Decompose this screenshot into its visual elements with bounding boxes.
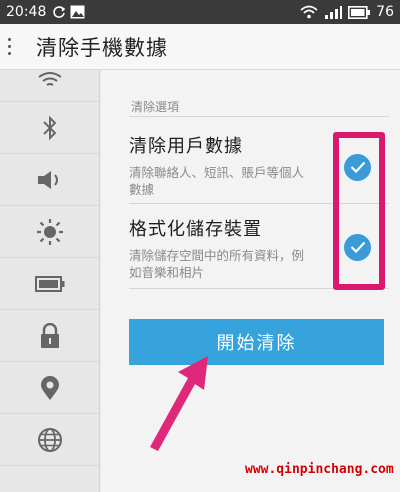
option-desc: 清除儲存空間中的所有資料，例如音樂和相片 xyxy=(129,248,305,280)
page-title: 清除手機數據 xyxy=(36,35,168,60)
location-icon xyxy=(39,375,61,401)
sidebar xyxy=(0,70,100,492)
sidebar-item-language[interactable] xyxy=(0,414,99,466)
status-time: 20:48 xyxy=(6,4,47,20)
sidebar-item-sound[interactable] xyxy=(0,154,99,206)
volume-icon xyxy=(36,169,64,191)
brightness-icon xyxy=(36,218,64,246)
start-clear-button[interactable]: 開始清除 xyxy=(129,319,384,365)
sidebar-item-wifi[interactable] xyxy=(0,70,99,102)
main-panel: 清除選項 清除用戶數據 清除聯絡人、短訊、賬戶等個人數據 格式化儲存裝置 清除儲… xyxy=(101,70,400,492)
sync-icon xyxy=(52,5,66,19)
sidebar-item-display[interactable] xyxy=(0,206,99,258)
battery-level: 76 xyxy=(376,4,394,20)
divider xyxy=(129,116,389,117)
highlight-box-annotation xyxy=(333,132,385,290)
watermark: www.qinpinchang.com xyxy=(245,462,394,477)
option-desc: 清除聯絡人、短訊、賬戶等個人數據 xyxy=(129,165,305,197)
globe-icon xyxy=(37,427,63,453)
battery-icon xyxy=(348,5,371,19)
sidebar-item-bluetooth[interactable] xyxy=(0,102,99,154)
app-header: 清除手機數據 xyxy=(0,24,400,70)
lock-icon xyxy=(39,322,61,349)
sidebar-item-security[interactable] xyxy=(0,310,99,362)
menu-icon[interactable] xyxy=(8,38,22,55)
section-label: 清除選項 xyxy=(131,100,180,114)
image-icon xyxy=(70,5,85,19)
battery-icon xyxy=(34,275,65,292)
sidebar-item-battery[interactable] xyxy=(0,258,99,310)
wifi-icon xyxy=(300,5,318,19)
sidebar-item-location[interactable] xyxy=(0,362,99,414)
signal-icon xyxy=(324,5,343,19)
wifi-icon xyxy=(37,72,63,92)
bluetooth-icon xyxy=(42,115,58,141)
status-bar: 20:48 76 xyxy=(0,0,400,24)
